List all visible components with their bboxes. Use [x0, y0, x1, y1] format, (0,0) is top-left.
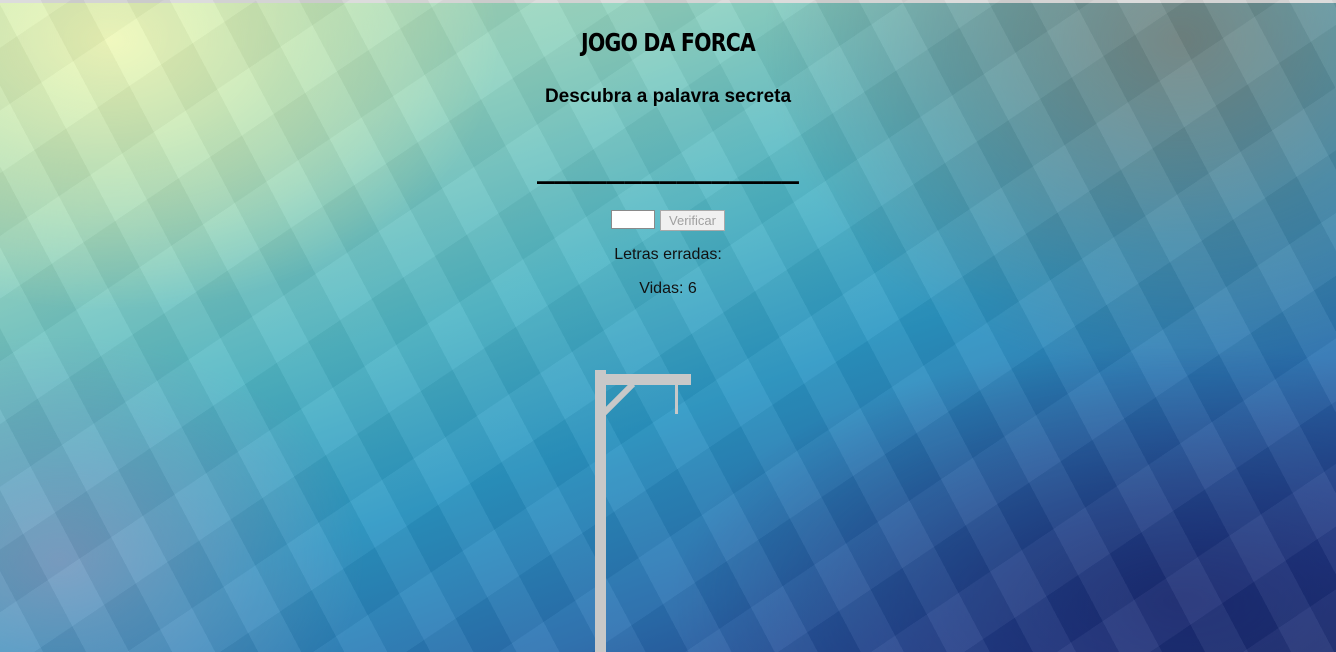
gallows-beam [595, 374, 691, 385]
gallows-icon [595, 370, 691, 652]
secret-word-display: _______________ [537, 150, 799, 184]
verify-button[interactable]: Verificar [660, 210, 725, 231]
wrong-letters-label: Letras erradas: [614, 246, 722, 263]
gallows-brace [600, 381, 636, 417]
gallows-rope [675, 384, 678, 414]
guess-form: Verificar [611, 210, 725, 231]
top-border [0, 0, 1336, 3]
lives-counter: Vidas: 6 [639, 280, 697, 297]
page-subtitle: Descubra a palavra secreta [544, 86, 792, 107]
page-title: JOGO DA FORCA [581, 28, 756, 57]
letter-input[interactable] [611, 210, 655, 229]
